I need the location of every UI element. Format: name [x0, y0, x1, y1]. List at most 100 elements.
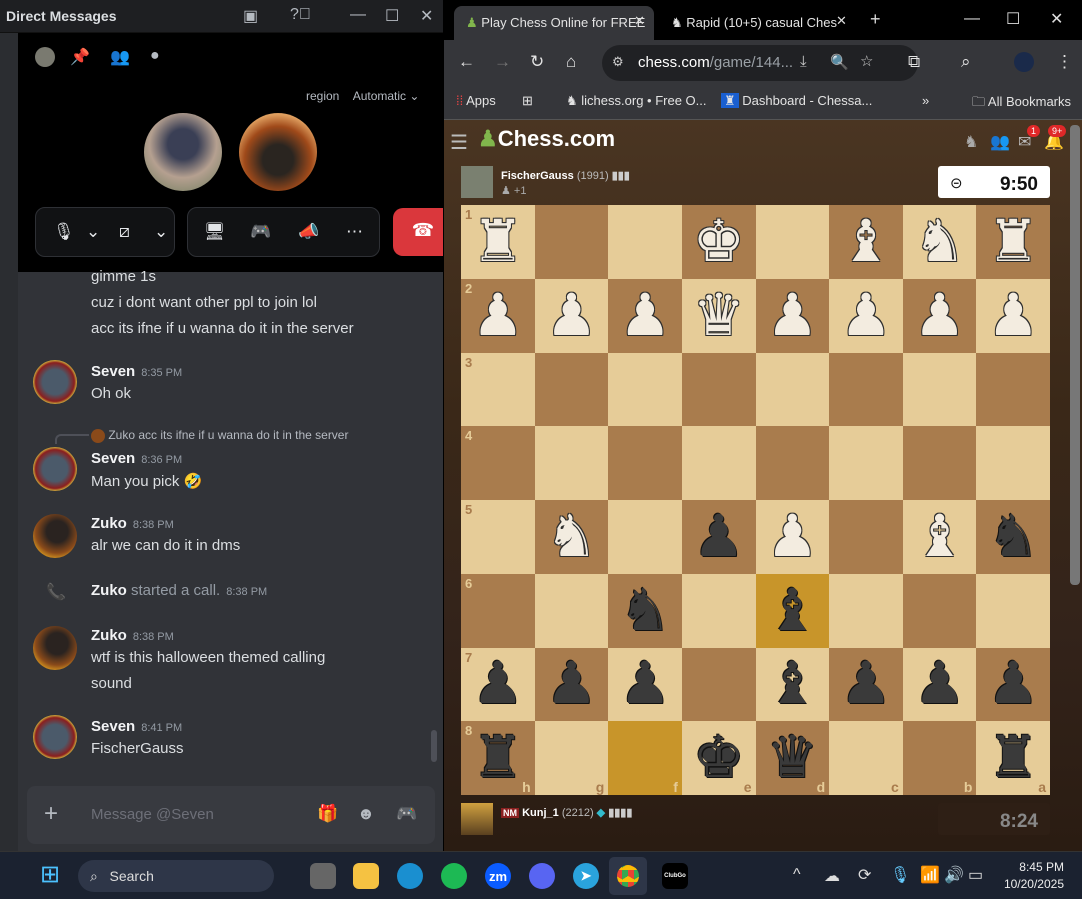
user-avatar-icon[interactable]: [35, 47, 55, 67]
square-c8[interactable]: c: [829, 721, 903, 795]
square-a6[interactable]: [976, 573, 1050, 648]
square-b7[interactable]: ♟: [902, 647, 977, 722]
minimize-button[interactable]: —: [964, 10, 980, 28]
bottom-player-avatar[interactable]: [461, 803, 493, 835]
call-participant-avatar[interactable]: [144, 113, 222, 191]
bottom-player[interactable]: NM Kunj_1 (2212) ◆ ▮▮▮▮: [501, 806, 632, 819]
all-bookmarks[interactable]: 🗀 All Bookmarks: [972, 93, 1071, 115]
square-f5[interactable]: [608, 500, 682, 574]
white-rook[interactable]: ♜: [472, 212, 524, 271]
close-tab-icon[interactable]: ✕: [836, 13, 847, 29]
white-pawn[interactable]: ♟: [987, 286, 1039, 345]
discord-icon[interactable]: [529, 863, 555, 889]
white-knight[interactable]: ♞: [545, 507, 597, 566]
square-d7[interactable]: ♝: [755, 647, 830, 722]
close-button[interactable]: ✕: [1050, 9, 1063, 29]
bookmark-chessable[interactable]: ♜ Dashboard - Chessa...: [721, 93, 872, 109]
square-d5[interactable]: ♟: [755, 500, 830, 574]
square-c1[interactable]: ♝: [829, 205, 903, 279]
extensions-icon[interactable]: ⧉: [908, 52, 920, 72]
square-c3[interactable]: [829, 352, 903, 427]
square-a5[interactable]: ♞: [976, 500, 1050, 574]
bookmark-star-icon[interactable]: ☆: [860, 52, 873, 70]
white-pawn[interactable]: ♟: [840, 286, 892, 345]
square-c6[interactable]: [829, 573, 903, 648]
sync-icon[interactable]: ⟳: [858, 865, 871, 885]
avatar[interactable]: [33, 447, 77, 491]
square-e8[interactable]: e ♚: [681, 721, 756, 795]
square-f6[interactable]: ♞: [608, 573, 682, 648]
black-knight[interactable]: ♞: [987, 507, 1039, 566]
square-g3[interactable]: [534, 352, 609, 427]
author[interactable]: Seven: [91, 363, 135, 380]
apps-icon[interactable]: 🎮: [396, 804, 417, 824]
square-a2[interactable]: ♟: [976, 278, 1050, 353]
site-info-icon[interactable]: ⚙: [612, 54, 624, 70]
square-h4[interactable]: 4: [461, 426, 535, 500]
square-e5[interactable]: ♟: [681, 500, 756, 574]
square-a8[interactable]: a ♜: [976, 721, 1050, 795]
square-e1[interactable]: ♚: [681, 205, 756, 279]
region-select[interactable]: Automatic: [353, 89, 406, 103]
avatar[interactable]: [33, 715, 77, 759]
square-f4[interactable]: [608, 426, 682, 500]
scrollbar[interactable]: [1070, 125, 1080, 585]
zoom-icon[interactable]: zm: [485, 863, 511, 889]
volume-icon[interactable]: 🔊: [944, 865, 964, 885]
square-h6[interactable]: 6: [461, 573, 535, 648]
black-rook[interactable]: ♜: [987, 729, 1039, 787]
maximize-button[interactable]: ☐: [385, 6, 399, 26]
black-pawn[interactable]: ♟: [914, 655, 966, 713]
chess-com-logo[interactable]: ♟Chess.com: [478, 126, 615, 152]
black-king[interactable]: ♚: [693, 729, 745, 787]
onedrive-icon[interactable]: ☁: [824, 866, 840, 886]
bookmark-lichess[interactable]: ♞ lichess.org • Free O...: [566, 93, 706, 109]
square-g4[interactable]: [534, 426, 609, 500]
square-h3[interactable]: 3: [461, 352, 535, 427]
emoji-icon[interactable]: ☻: [357, 804, 375, 824]
black-pawn[interactable]: ♟: [545, 655, 597, 713]
chevron-down-icon[interactable]: ⌄: [154, 222, 168, 242]
close-button[interactable]: ✕: [420, 6, 433, 26]
square-b4[interactable]: [902, 426, 977, 500]
white-pawn[interactable]: ♟: [545, 286, 597, 345]
back-button[interactable]: ←: [458, 52, 475, 72]
white-pawn[interactable]: ♟: [472, 286, 524, 345]
square-e2[interactable]: ♛: [681, 278, 756, 353]
square-d2[interactable]: ♟: [755, 278, 830, 353]
taskbar-search[interactable]: ⌕ Search: [78, 860, 274, 892]
profile-avatar[interactable]: [1014, 52, 1034, 72]
add-friend-icon[interactable]: 👥: [110, 47, 130, 67]
square-c2[interactable]: ♟: [829, 278, 903, 353]
white-pawn[interactable]: ♟: [619, 286, 671, 345]
menu-icon[interactable]: ⋮: [1056, 52, 1073, 72]
white-knight[interactable]: ♞: [914, 212, 966, 271]
author[interactable]: Seven: [91, 718, 135, 735]
help-icon[interactable]: ?⃝: [290, 6, 311, 24]
square-d8[interactable]: d ♛: [755, 721, 830, 795]
white-pawn[interactable]: ♟: [766, 507, 818, 566]
message-input[interactable]: Message @Seven: [91, 806, 214, 823]
clock[interactable]: 8:45 PM 10/20/2025: [1000, 860, 1064, 891]
forward-button[interactable]: →: [494, 52, 511, 72]
add-attachment-icon[interactable]: +: [44, 800, 58, 828]
avatar[interactable]: [33, 514, 77, 558]
top-player[interactable]: FischerGauss (1991) ▮▮▮: [501, 169, 630, 182]
black-queen[interactable]: ♛: [766, 729, 818, 787]
chrome-taskbar-button[interactable]: [609, 857, 647, 895]
square-d4[interactable]: [755, 426, 830, 500]
square-f7[interactable]: ♟: [608, 647, 682, 722]
square-f8[interactable]: f: [608, 721, 682, 795]
reply-preview[interactable]: Zuko acc its ifne if u wanna do it in th…: [91, 428, 348, 443]
square-c7[interactable]: ♟: [829, 647, 903, 722]
chess-board[interactable]: 1 ♜ ♚ ♝ ♞ ♜ 2 ♟ ♟ ♟ ♛ ♟ ♟ ♟ ♟ 3 4 5 ♞ ♟ ♟ ♝ ♞ 6 ♞ ♝ 7 ♟ ♟ ♟ ♝ ♟ ♟ ♟ 8 h ♜ g f e…: [461, 205, 1050, 795]
top-player-avatar[interactable]: [461, 166, 493, 198]
square-h8[interactable]: 8 h ♜: [461, 721, 535, 795]
minimize-button[interactable]: —: [350, 6, 366, 24]
square-f1[interactable]: [608, 205, 682, 279]
author[interactable]: Zuko: [91, 515, 127, 532]
friends-icon[interactable]: 👥: [990, 132, 1010, 152]
grid-icon[interactable]: ⊞: [522, 93, 533, 109]
spotify-icon[interactable]: [441, 863, 467, 889]
new-tab-button[interactable]: +: [870, 9, 881, 30]
